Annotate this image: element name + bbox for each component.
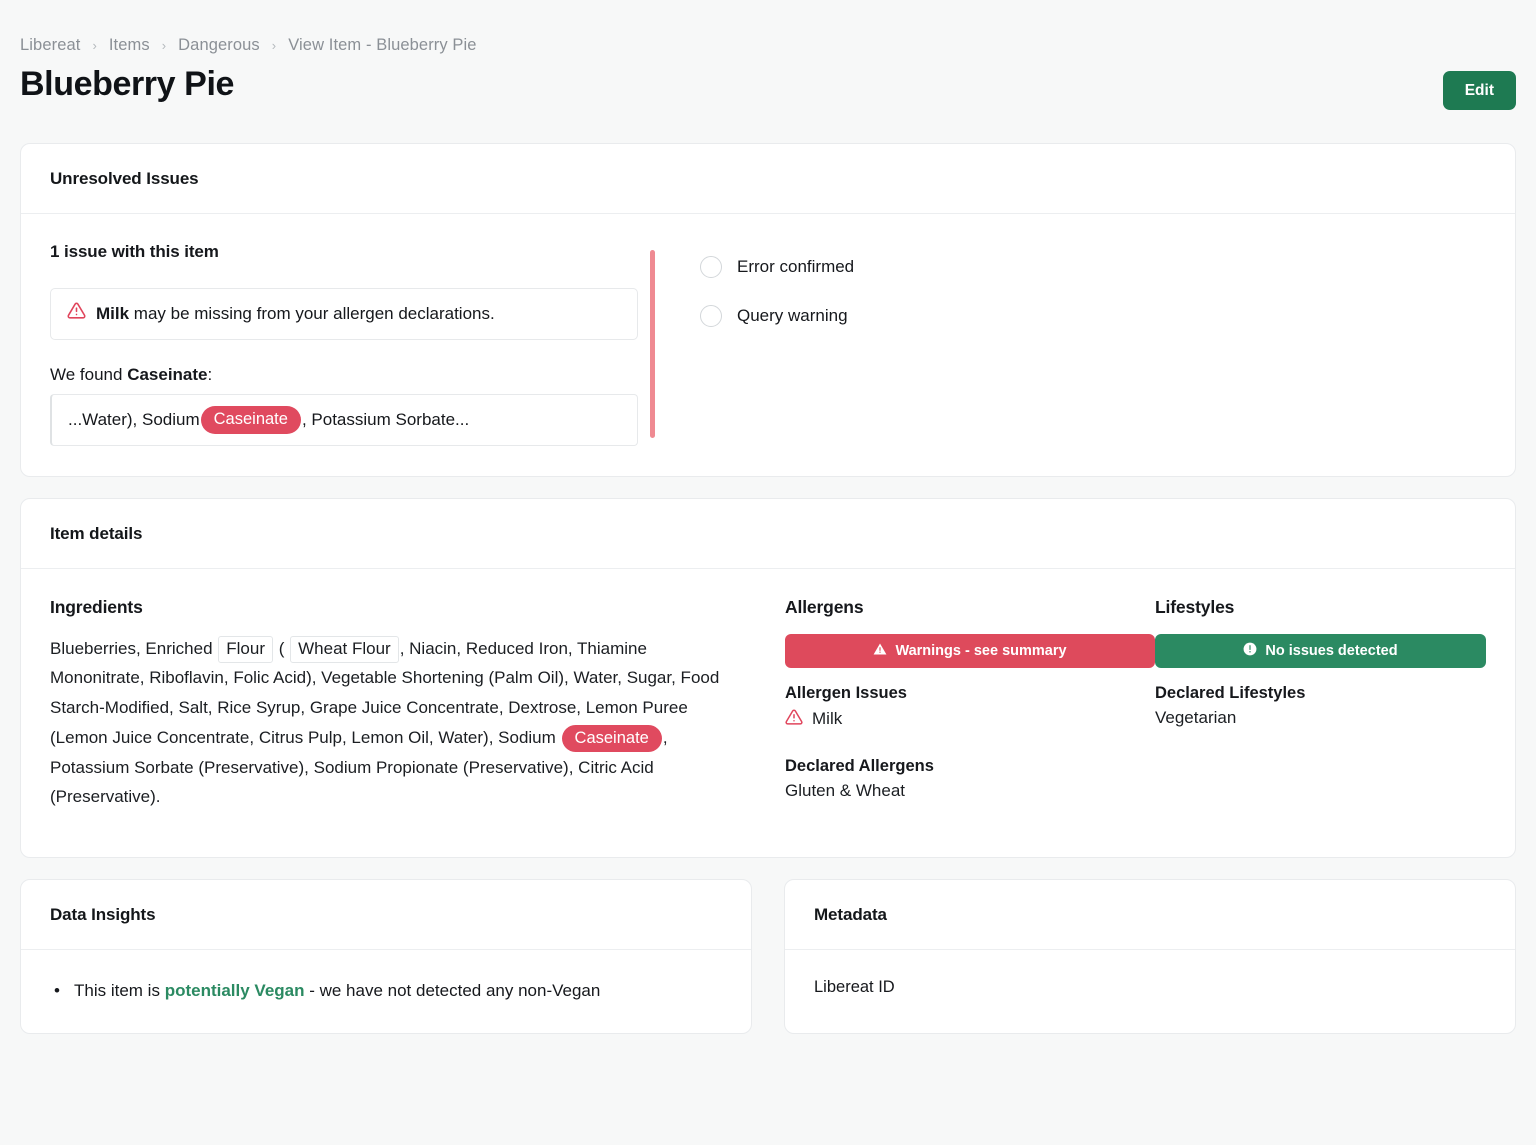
allergens-heading: Allergens	[785, 596, 864, 617]
lifestyles-heading: Lifestyles	[1155, 596, 1235, 617]
ingredients-text: Blueberries, Enriched Flour ( Wheat Flou…	[50, 634, 745, 813]
breadcrumb-item-libereat[interactable]: Libereat	[20, 36, 80, 55]
ingredients-part-1: Blueberries, Enriched	[50, 638, 218, 658]
data-insights-card: Data Insights This item is potentially V…	[20, 878, 752, 1035]
allergen-alert-bold: Milk	[96, 303, 130, 323]
chevron-right-icon: ›	[161, 38, 167, 53]
breadcrumb: Libereat › Items › Dangerous › View Item…	[20, 0, 1516, 55]
ingredient-token-flour: Flour	[218, 635, 273, 663]
list-item: This item is potentially Vegan - we have…	[54, 978, 722, 1004]
allergen-issues-text: Milk	[812, 709, 843, 729]
declared-lifestyles-value: Vegetarian	[1155, 707, 1237, 727]
allergens-status-badge-label: Warnings - see summary	[895, 642, 1067, 659]
allergen-alert-text: Milk may be missing from your allergen d…	[96, 303, 495, 326]
data-insights-body: This item is potentially Vegan - we have…	[21, 950, 751, 1034]
radio-query-warning-label: Query warning	[737, 306, 848, 326]
found-term-label: We found Caseinate:	[50, 365, 638, 385]
ingredient-snippet-box: ...Water), Sodium Caseinate, Potassium S…	[50, 393, 638, 446]
page-root: Libereat › Items › Dangerous › View Item…	[0, 0, 1536, 1145]
metadata-title: Metadata	[785, 880, 1515, 950]
allergens-column: Allergens Warnings - see summary Allerge…	[785, 597, 1155, 827]
warning-triangle-icon	[785, 708, 803, 731]
ingredient-token-wheat-flour: Wheat Flour	[290, 635, 399, 663]
radio-error-confirmed[interactable]: Error confirmed	[700, 256, 1486, 279]
ingredients-part-2: (	[274, 638, 290, 658]
edit-button[interactable]: Edit	[1442, 71, 1516, 111]
allergen-alert-box: Milk may be missing from your allergen d…	[50, 288, 638, 340]
lifestyles-status-badge[interactable]: No issues detected	[1155, 633, 1486, 668]
declared-lifestyles-label: Declared Lifestyles	[1155, 683, 1306, 702]
data-insights-title: Data Insights	[21, 880, 751, 950]
breadcrumb-item-dangerous[interactable]: Dangerous	[178, 36, 260, 55]
ingredients-column: Ingredients Blueberries, Enriched Flour …	[50, 597, 785, 827]
allergens-status-badge[interactable]: Warnings - see summary	[785, 633, 1155, 668]
ingredient-pill-caseinate: Caseinate	[561, 724, 662, 753]
snippet-highlight-pill: Caseinate	[200, 405, 301, 434]
lifestyles-status-badge-label: No issues detected	[1265, 642, 1398, 659]
item-details-title: Item details	[21, 499, 1515, 569]
insight-before: This item is	[74, 980, 165, 1000]
item-details-card: Item details Ingredients Blueberries, En…	[20, 497, 1516, 858]
radio-circle-icon[interactable]	[700, 256, 722, 279]
insight-emphasis: potentially Vegan	[164, 980, 305, 1000]
found-prefix: We found	[50, 364, 128, 384]
item-details-body: Ingredients Blueberries, Enriched Flour …	[21, 569, 1515, 857]
declared-allergens-value: Gluten & Wheat	[785, 780, 906, 800]
declared-allergens-label: Declared Allergens	[785, 756, 934, 775]
radio-error-confirmed-label: Error confirmed	[737, 257, 855, 277]
page-header: Blueberry Pie Edit	[20, 63, 1516, 122]
metadata-card: Metadata Libereat ID	[784, 878, 1516, 1035]
issue-resolution-column: Error confirmed Query warning	[655, 242, 1486, 446]
snippet-after: , Potassium Sorbate...	[301, 410, 470, 430]
unresolved-issues-title: Unresolved Issues	[21, 144, 1515, 215]
allergen-alert-rest: may be missing from your allergen declar…	[129, 303, 495, 323]
ingredients-heading: Ingredients	[50, 596, 143, 617]
info-circle-icon	[1243, 642, 1257, 660]
allergen-issues-value: Milk	[785, 708, 1155, 731]
metadata-body: Libereat ID	[785, 950, 1515, 1027]
snippet-before: ...Water), Sodium	[68, 410, 200, 430]
breadcrumb-item-current: View Item - Blueberry Pie	[288, 36, 477, 54]
chevron-right-icon: ›	[271, 38, 277, 53]
data-insights-list: This item is potentially Vegan - we have…	[50, 978, 722, 1004]
bottom-section: Data Insights This item is potentially V…	[20, 858, 1516, 1035]
breadcrumb-item-items[interactable]: Items	[109, 36, 150, 55]
page-title: Blueberry Pie	[20, 65, 235, 103]
chevron-right-icon: ›	[92, 38, 97, 53]
unresolved-issues-body: 1 issue with this item Milk may be missi…	[21, 214, 1515, 476]
issue-count-text: 1 issue with this item	[50, 242, 219, 262]
lifestyles-column: Lifestyles No issues detected Declared L…	[1155, 597, 1486, 827]
unresolved-issues-card: Unresolved Issues 1 issue with this item	[20, 143, 1516, 477]
metadata-field-label-libereat-id: Libereat ID	[814, 977, 895, 996]
issue-detail-column: 1 issue with this item Milk may be missi…	[50, 242, 650, 446]
insight-after: - we have not detected any non-Vegan	[304, 980, 601, 1000]
radio-circle-icon[interactable]	[700, 305, 722, 328]
found-term: Caseinate	[127, 364, 208, 384]
warning-triangle-icon	[67, 301, 86, 327]
found-suffix: :	[207, 364, 213, 384]
allergen-issues-label: Allergen Issues	[785, 683, 907, 702]
warning-triangle-filled-icon	[873, 642, 887, 660]
radio-query-warning[interactable]: Query warning	[700, 305, 1486, 328]
